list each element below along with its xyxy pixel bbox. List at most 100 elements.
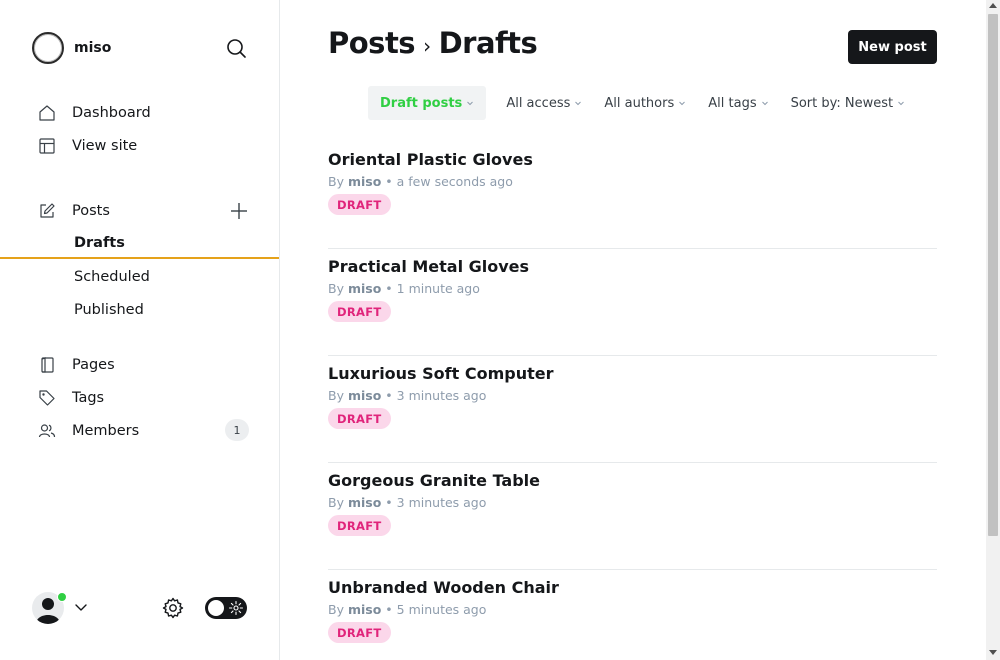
sidebar-item-label: Members	[72, 423, 140, 439]
list-item[interactable]: Luxurious Soft Computer By miso • 3 minu…	[328, 356, 937, 463]
chevron-down-icon	[75, 604, 87, 611]
new-post-button[interactable]: New post	[848, 30, 937, 64]
filter-tags[interactable]: All tags	[698, 86, 778, 120]
post-time: • 3 minutes ago	[385, 495, 487, 510]
filter-label: All authors	[604, 95, 675, 111]
sidebar-item-label: Posts	[72, 203, 110, 219]
sidebar-item-pages[interactable]: Pages	[0, 350, 279, 380]
post-time: • 1 minute ago	[385, 281, 480, 296]
post-time: • a few seconds ago	[385, 174, 513, 189]
post-title[interactable]: Luxurious Soft Computer	[328, 364, 553, 383]
status-badge: DRAFT	[328, 194, 391, 215]
meta-by: By	[328, 602, 344, 617]
sidebar: miso Dashboard View site Posts Drafts Sc…	[0, 0, 280, 660]
sun-icon	[228, 600, 244, 616]
post-title[interactable]: Gorgeous Granite Table	[328, 471, 540, 490]
breadcrumb-separator: ›	[423, 34, 431, 58]
filter-access[interactable]: All access	[496, 86, 592, 120]
meta-by: By	[328, 388, 344, 403]
filter-sort[interactable]: Sort by: Newest	[781, 86, 916, 120]
sidebar-item-scheduled[interactable]: Scheduled	[0, 262, 279, 292]
plus-icon	[231, 203, 247, 219]
post-meta: By miso • 3 minutes ago	[328, 495, 486, 510]
chevron-down-icon	[575, 101, 582, 106]
post-time: • 3 minutes ago	[385, 388, 487, 403]
post-meta: By miso • 1 minute ago	[328, 281, 480, 296]
home-icon	[39, 105, 55, 121]
search-icon	[227, 39, 246, 58]
sidebar-item-label: Tags	[72, 390, 105, 406]
site-name: miso	[74, 40, 112, 56]
status-badge: DRAFT	[328, 301, 391, 322]
meta-by: By	[328, 281, 344, 296]
filter-authors[interactable]: All authors	[594, 86, 696, 120]
filter-label: All tags	[708, 95, 757, 111]
post-time: • 5 minutes ago	[385, 602, 487, 617]
post-title[interactable]: Unbranded Wooden Chair	[328, 578, 559, 597]
filter-bar: Draft posts All access All authors All t…	[368, 86, 915, 120]
post-title[interactable]: Practical Metal Gloves	[328, 257, 529, 276]
sidebar-item-label: Drafts	[74, 235, 125, 251]
filter-label: All access	[506, 95, 571, 111]
sidebar-item-dashboard[interactable]: Dashboard	[0, 98, 279, 128]
chevron-down-icon	[898, 101, 904, 106]
sidebar-item-published[interactable]: Published	[0, 295, 279, 325]
filter-post-type[interactable]: Draft posts	[368, 86, 487, 120]
sidebar-item-label: Dashboard	[72, 105, 151, 121]
theme-toggle[interactable]	[205, 597, 247, 619]
list-item[interactable]: Oriental Plastic Gloves By miso • a few …	[328, 142, 937, 249]
sidebar-item-tags[interactable]: Tags	[0, 383, 279, 413]
add-post-button[interactable]	[228, 200, 250, 222]
members-count-badge: 1	[225, 419, 249, 441]
list-item[interactable]: Gorgeous Granite Table By miso • 3 minut…	[328, 463, 937, 570]
filter-label: Draft posts	[380, 95, 463, 111]
sidebar-item-view-site[interactable]: View site	[0, 131, 279, 161]
breadcrumb: Posts › Drafts	[328, 26, 538, 60]
post-author: miso	[347, 281, 382, 296]
post-meta: By miso • 5 minutes ago	[328, 602, 486, 617]
page-icon	[41, 357, 54, 373]
sidebar-item-label: View site	[72, 138, 138, 154]
scrollbar-thumb[interactable]	[988, 14, 998, 536]
page-title: Drafts	[438, 26, 538, 60]
breadcrumb-posts-link[interactable]: Posts	[328, 26, 416, 60]
post-author: miso	[347, 495, 382, 510]
edit-icon	[40, 203, 55, 218]
scroll-down-arrow[interactable]	[989, 650, 997, 655]
sidebar-item-label: Published	[74, 302, 144, 318]
status-badge: DRAFT	[328, 515, 391, 536]
gear-icon	[162, 597, 184, 619]
sidebar-item-drafts[interactable]: Drafts	[0, 229, 279, 259]
list-item[interactable]: Unbranded Wooden Chair By miso • 5 minut…	[328, 570, 937, 660]
chevron-down-icon	[467, 101, 474, 106]
search-button[interactable]	[224, 36, 250, 62]
chevron-down-icon	[679, 101, 686, 106]
post-author: miso	[347, 174, 382, 189]
scroll-up-arrow[interactable]	[989, 3, 997, 8]
post-meta: By miso • 3 minutes ago	[328, 388, 486, 403]
members-icon	[38, 424, 56, 438]
meta-by: By	[328, 495, 344, 510]
sidebar-item-label: Pages	[72, 357, 115, 373]
filter-label: Sort by: Newest	[790, 95, 894, 111]
status-badge: DRAFT	[328, 408, 391, 429]
post-meta: By miso • a few seconds ago	[328, 174, 513, 189]
user-menu[interactable]	[32, 592, 92, 624]
post-author: miso	[347, 602, 382, 617]
toggle-knob	[208, 600, 224, 616]
tag-icon	[39, 390, 55, 406]
meta-by: By	[328, 174, 344, 189]
brand[interactable]: miso	[32, 32, 111, 64]
post-author: miso	[347, 388, 382, 403]
layout-icon	[39, 138, 55, 154]
chevron-down-icon	[761, 101, 768, 106]
post-list: Oriental Plastic Gloves By miso • a few …	[328, 142, 937, 660]
status-badge: DRAFT	[328, 622, 391, 643]
online-status-dot	[57, 592, 67, 602]
post-title[interactable]: Oriental Plastic Gloves	[328, 150, 533, 169]
settings-button[interactable]	[161, 596, 185, 620]
scrollbar[interactable]	[986, 0, 1000, 660]
sidebar-item-label: Scheduled	[74, 269, 150, 285]
site-logo	[32, 32, 64, 64]
list-item[interactable]: Practical Metal Gloves By miso • 1 minut…	[328, 249, 937, 356]
